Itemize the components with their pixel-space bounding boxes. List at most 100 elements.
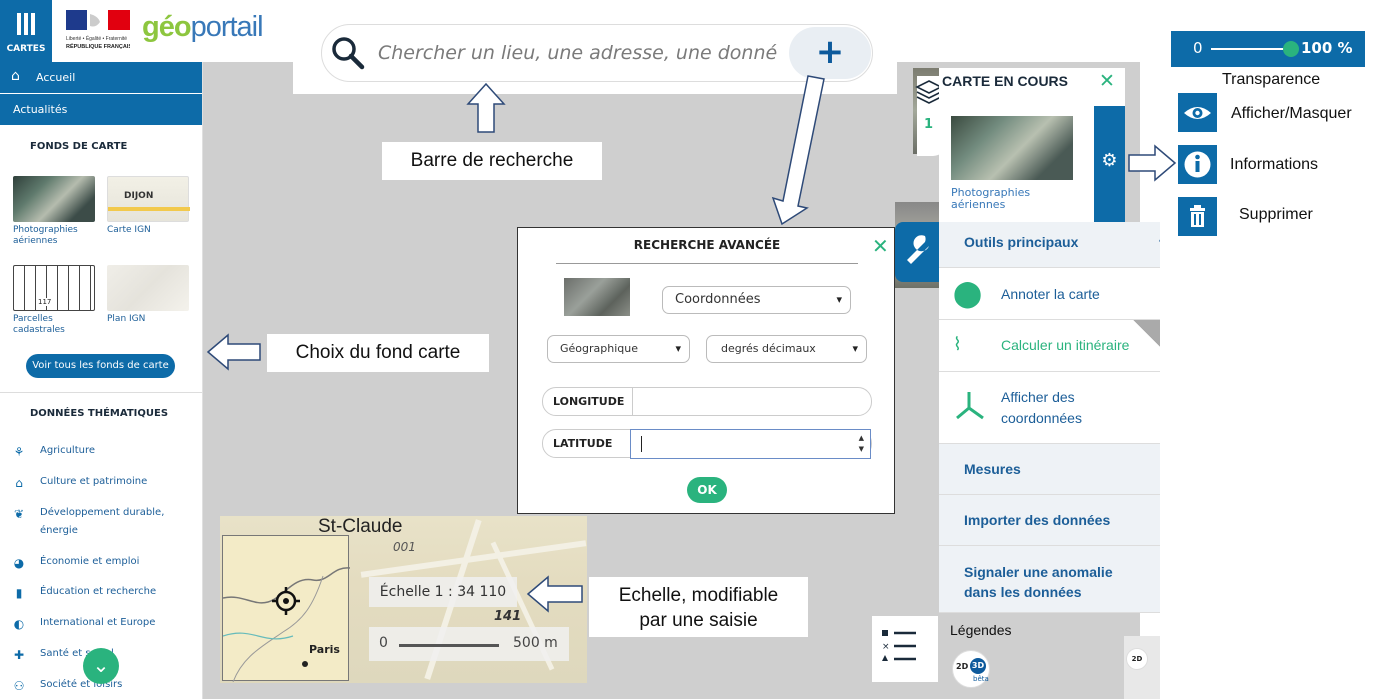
people-icon: ⚇ — [13, 679, 25, 693]
tools-section-signaler[interactable]: Signaler une anomalie dans les données — [939, 546, 1160, 613]
scale-input[interactable]: Échelle 1 : 34 110 — [369, 577, 517, 607]
cartes-menu-label: CARTES — [6, 44, 46, 54]
opacity-value: 100 % — [1301, 39, 1353, 57]
sidebar-item-label: Accueil — [36, 71, 76, 84]
callout-echelle: Echelle, modifiable par une saisie — [589, 577, 808, 637]
info-button[interactable] — [1178, 145, 1217, 184]
scale-bar: 0 500 m — [369, 627, 569, 661]
layer-label: Photographies aériennes — [951, 186, 1031, 211]
opacity-track[interactable] — [1211, 48, 1287, 50]
advanced-search-button[interactable]: + — [789, 27, 871, 79]
delete-button[interactable] — [1178, 197, 1217, 236]
rf-motto: Liberté • Égalité • Fraternité — [66, 35, 127, 42]
brand-portail: portail — [190, 11, 264, 43]
sidebar-item-label: Actualités — [13, 103, 68, 116]
fonds-section-title: FONDS DE CARTE — [30, 141, 128, 152]
arrow-left-icon — [206, 333, 261, 371]
globe-icon: ◐ — [13, 617, 25, 631]
arrow-left-icon — [526, 575, 583, 613]
scale-zero: 0 — [379, 635, 388, 651]
coordinate-unit-select[interactable]: degrés décimaux — [706, 335, 867, 363]
crosshair-icon — [272, 587, 300, 615]
fond-label-plan-ign: Plan IGN — [107, 314, 146, 324]
fond-thumb-carte-ign[interactable]: DIJON — [107, 176, 190, 222]
search-icon[interactable] — [330, 35, 366, 71]
medkit-icon: ✚ — [13, 648, 25, 662]
tools-section-mesures[interactable]: Mesures — [939, 444, 1160, 495]
search-type-select[interactable]: Coordonnées — [662, 286, 851, 314]
fond-thumb-cadastre[interactable]: 117 — [13, 265, 95, 311]
layer-thumbnail[interactable] — [951, 116, 1073, 180]
arrow-up-icon — [466, 82, 506, 133]
rf-name: RÉPUBLIQUE FRANÇAISE — [66, 42, 130, 50]
themes-section-title: DONNÉES THÉMATIQUES — [30, 408, 169, 419]
home-icon: ⌂ — [11, 68, 20, 84]
beta-ribbon — [1133, 320, 1160, 347]
trash-icon — [1190, 205, 1205, 227]
tools-panel: Outils principaux ^ ⬤ Annoter la carte ⌇… — [939, 222, 1160, 613]
fond-thumb-photos[interactable] — [13, 176, 95, 222]
svg-text:×: × — [882, 642, 890, 652]
info-label: Informations — [1230, 156, 1319, 173]
gear-icon: ⚙ — [1101, 150, 1118, 171]
text-cursor — [641, 436, 642, 452]
sidebar-item-accueil[interactable]: ⌂ Accueil — [0, 62, 202, 93]
coordinate-system-select[interactable]: Géographique — [547, 335, 690, 363]
current-map-title: CARTE EN COURS — [942, 73, 1069, 89]
dialog-divider — [556, 263, 858, 264]
axes-icon — [956, 392, 984, 420]
ok-button[interactable]: OK — [687, 477, 727, 503]
opacity-handle[interactable] — [1283, 41, 1299, 57]
latitude-label: LATITUDE — [543, 430, 633, 457]
pie-icon: ◕ — [13, 556, 25, 570]
scroll-down-button[interactable]: ⌄ — [83, 648, 119, 684]
geoportail-logo[interactable]: géoportail — [142, 11, 264, 44]
voir-tous-fonds-button[interactable]: Voir tous les fonds de carte — [26, 354, 175, 378]
longitude-label: LONGITUDE — [543, 388, 633, 415]
fond-thumb-plan-ign[interactable] — [107, 265, 189, 311]
thumb-parcel-number: 117 — [38, 298, 52, 306]
wrench-icon — [907, 235, 929, 264]
opacity-min: 0 — [1193, 39, 1203, 57]
latitude-input[interactable]: ▲ ▼ — [630, 429, 871, 459]
arrow-down-icon — [771, 75, 825, 226]
tools-tab[interactable] — [895, 222, 939, 282]
legend-button[interactable]: × — [872, 616, 938, 682]
advanced-search-dialog: RECHERCHE AVANCÉE ✕ Coordonnées Géograph… — [517, 227, 895, 514]
callout-fond-carte: Choix du fond carte — [267, 334, 489, 372]
mini-map-city-label: Paris — [309, 643, 340, 656]
tools-section-main[interactable]: Outils principaux ^ — [939, 222, 1160, 268]
opacity-slider[interactable]: 0 100 % — [1171, 31, 1365, 67]
leaf-hand-icon: ❦ — [13, 507, 25, 521]
toggle-2d-3d-button[interactable]: 2D 3D bêta — [952, 650, 990, 688]
close-icon[interactable]: ✕ — [872, 234, 889, 258]
brand-geo: géo — [142, 11, 192, 43]
map-pin-icon: ⬤ — [953, 278, 983, 308]
tool-coordonnees[interactable]: Afficher des coordonnées — [939, 372, 1160, 444]
museum-icon: ⌂ — [15, 476, 23, 490]
layer-count-badge: 1 — [924, 117, 934, 132]
number-spinner[interactable]: ▲ ▼ — [859, 433, 864, 455]
sidebar-item-actualites[interactable]: Actualités — [0, 94, 202, 125]
tool-annoter[interactable]: ⬤ Annoter la carte — [939, 268, 1160, 320]
toggle-2d-button[interactable]: 2D — [1126, 648, 1148, 670]
longitude-row: LONGITUDE — [542, 387, 872, 416]
current-map-panel: CARTE EN COURS ✕ Photographies aériennes … — [939, 68, 1125, 222]
layer-settings-button[interactable]: ⚙ — [1094, 106, 1125, 222]
dialog-title: RECHERCHE AVANCÉE — [633, 238, 781, 252]
tools-section-importer[interactable]: Importer des données — [939, 495, 1160, 546]
tool-itineraire[interactable]: ⌇ Calculer un itinéraire — [939, 320, 1160, 372]
sidebar: ⌂ Accueil Actualités FONDS DE CARTE Phot… — [0, 62, 203, 699]
arrow-right-icon — [1128, 144, 1177, 182]
longitude-input[interactable] — [633, 389, 869, 414]
chevron-up-icon: ^ — [1159, 236, 1160, 248]
book-icon: ▮ — [15, 586, 23, 600]
scale-distance: 500 m — [513, 635, 558, 651]
cartes-menu-button[interactable]: CARTES — [0, 0, 52, 62]
close-icon[interactable]: ✕ — [1099, 70, 1115, 92]
show-hide-button[interactable] — [1178, 93, 1217, 132]
thumb-city-label: DIJON — [124, 191, 154, 201]
republique-francaise-logo: Liberté • Égalité • Fraternité RÉPUBLIQU… — [66, 10, 130, 50]
show-hide-label: Afficher/Masquer — [1231, 105, 1352, 122]
search-input[interactable] — [378, 38, 778, 68]
